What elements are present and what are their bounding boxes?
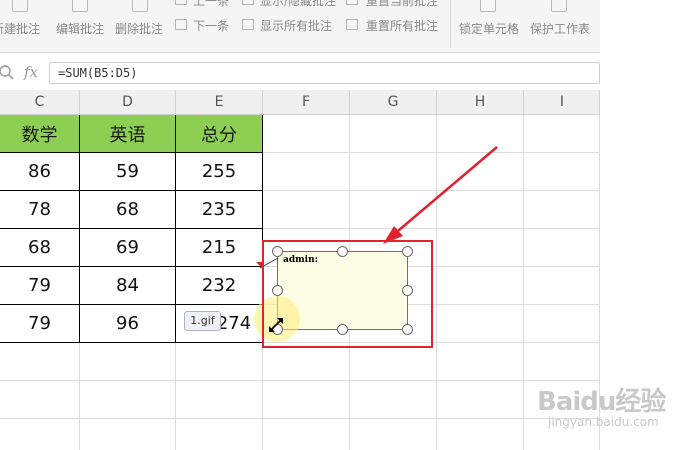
column-divider bbox=[175, 90, 176, 115]
new-comment-icon bbox=[12, 0, 28, 12]
delete-comment-label: 删除批注 bbox=[115, 22, 164, 36]
grid-line bbox=[175, 342, 176, 450]
column-divider bbox=[349, 90, 350, 115]
column-header-i[interactable]: I bbox=[524, 90, 600, 115]
lock-cell-button[interactable]: 锁定单元格 bbox=[456, 0, 522, 50]
show-all-comments-icon bbox=[242, 19, 254, 30]
reset-comment-label: 重置当前批注 bbox=[366, 0, 439, 8]
pointer-arrow bbox=[383, 146, 498, 244]
reset-all-comments-icon bbox=[346, 19, 358, 30]
toggle-comment-label: 显示/隐藏批注 bbox=[260, 0, 337, 8]
protect-sheet-icon bbox=[551, 0, 567, 12]
table-cell[interactable]: 96 bbox=[80, 305, 175, 342]
lock-cell-label: 锁定单元格 bbox=[459, 22, 520, 36]
reset-all-comments-label: 重置所有批注 bbox=[366, 19, 439, 33]
table-cell[interactable]: 255 bbox=[176, 153, 262, 190]
next-comment-label: 下一条 bbox=[193, 19, 230, 33]
grid-line bbox=[523, 115, 524, 450]
table-border bbox=[0, 152, 263, 153]
column-header-g[interactable]: G bbox=[350, 90, 436, 115]
delete-comment-icon bbox=[132, 0, 148, 12]
formula-text[interactable]: =SUM(B5:D5) bbox=[58, 66, 137, 80]
table-border bbox=[0, 266, 263, 267]
column-divider bbox=[523, 90, 524, 115]
edit-comment-label: 编辑批注 bbox=[56, 22, 105, 36]
reset-comment-icon bbox=[346, 0, 358, 5]
table-border bbox=[0, 304, 263, 305]
new-comment-label: 新建批注 bbox=[0, 22, 41, 36]
header-cell-math[interactable]: 数学 bbox=[0, 115, 79, 152]
table-cell[interactable]: 59 bbox=[80, 153, 175, 190]
show-all-comments-button[interactable]: 显示所有批注 bbox=[242, 16, 342, 34]
table-cell[interactable]: 86 bbox=[0, 153, 79, 190]
table-border bbox=[79, 115, 80, 343]
table-cell[interactable]: 215 bbox=[176, 229, 262, 266]
table-cell[interactable]: 84 bbox=[80, 267, 175, 304]
zoom-icon[interactable] bbox=[0, 64, 16, 82]
watermark-logo: Baidu经验 bbox=[537, 387, 666, 417]
column-header-d[interactable]: D bbox=[80, 90, 175, 115]
grid-line bbox=[262, 342, 263, 450]
table-border bbox=[0, 228, 263, 229]
new-comment-button[interactable]: 新建批注 bbox=[0, 0, 48, 50]
fx-icon[interactable]: fx bbox=[24, 63, 38, 81]
table-cell[interactable]: 79 bbox=[0, 305, 79, 342]
table-cell[interactable]: 68 bbox=[0, 229, 79, 266]
previous-comment-label: 上一条 bbox=[193, 0, 230, 8]
column-divider bbox=[436, 90, 437, 115]
reset-comment-button[interactable]: 重置当前批注 bbox=[346, 0, 446, 8]
column-header-c[interactable]: C bbox=[0, 90, 79, 115]
table-cell[interactable]: 79 bbox=[0, 267, 79, 304]
previous-comment-button[interactable]: 上一条 bbox=[173, 0, 235, 8]
protect-sheet-label: 保护工作表 bbox=[530, 22, 591, 36]
header-cell-total[interactable]: 总分 bbox=[176, 115, 262, 152]
next-comment-icon bbox=[175, 19, 187, 30]
table-cell[interactable]: 69 bbox=[80, 229, 175, 266]
ribbon-separator bbox=[450, 0, 451, 48]
grid-line bbox=[0, 380, 600, 381]
table-border bbox=[0, 342, 263, 343]
column-header-f[interactable]: F bbox=[263, 90, 349, 115]
column-divider bbox=[262, 90, 263, 115]
table-border bbox=[0, 190, 263, 191]
delete-comment-button[interactable]: 删除批注 bbox=[112, 0, 167, 50]
ribbon-blank-area bbox=[600, 0, 700, 53]
table-cell[interactable]: 68 bbox=[80, 191, 175, 228]
table-border bbox=[175, 115, 176, 343]
next-comment-button[interactable]: 下一条 bbox=[173, 16, 235, 34]
column-header-e[interactable]: E bbox=[176, 90, 262, 115]
toggle-comment-icon bbox=[242, 0, 254, 5]
edit-comment-icon bbox=[72, 0, 88, 12]
highlight-frame bbox=[262, 240, 433, 348]
protect-sheet-button[interactable]: 保护工作表 bbox=[527, 0, 593, 50]
show-all-comments-label: 显示所有批注 bbox=[260, 19, 333, 33]
grid-line bbox=[79, 342, 80, 450]
previous-comment-icon bbox=[175, 0, 187, 5]
table-cell[interactable]: 232 bbox=[176, 267, 262, 304]
reset-all-comments-button[interactable]: 重置所有批注 bbox=[346, 16, 446, 34]
edit-comment-button[interactable]: 编辑批注 bbox=[52, 0, 107, 50]
lock-cell-icon bbox=[480, 0, 496, 12]
column-header-h[interactable]: H bbox=[437, 90, 523, 115]
column-divider bbox=[599, 90, 600, 115]
grid-line bbox=[0, 418, 600, 419]
image-tooltip: 1.gif bbox=[184, 311, 221, 331]
column-divider bbox=[79, 90, 80, 115]
table-cell[interactable]: 235 bbox=[176, 191, 262, 228]
header-cell-english[interactable]: 英语 bbox=[80, 115, 175, 152]
toggle-comment-button[interactable]: 显示/隐藏批注 bbox=[242, 0, 342, 8]
watermark-site: jingyan.baidu.com bbox=[548, 415, 659, 429]
table-cell[interactable]: 78 bbox=[0, 191, 79, 228]
